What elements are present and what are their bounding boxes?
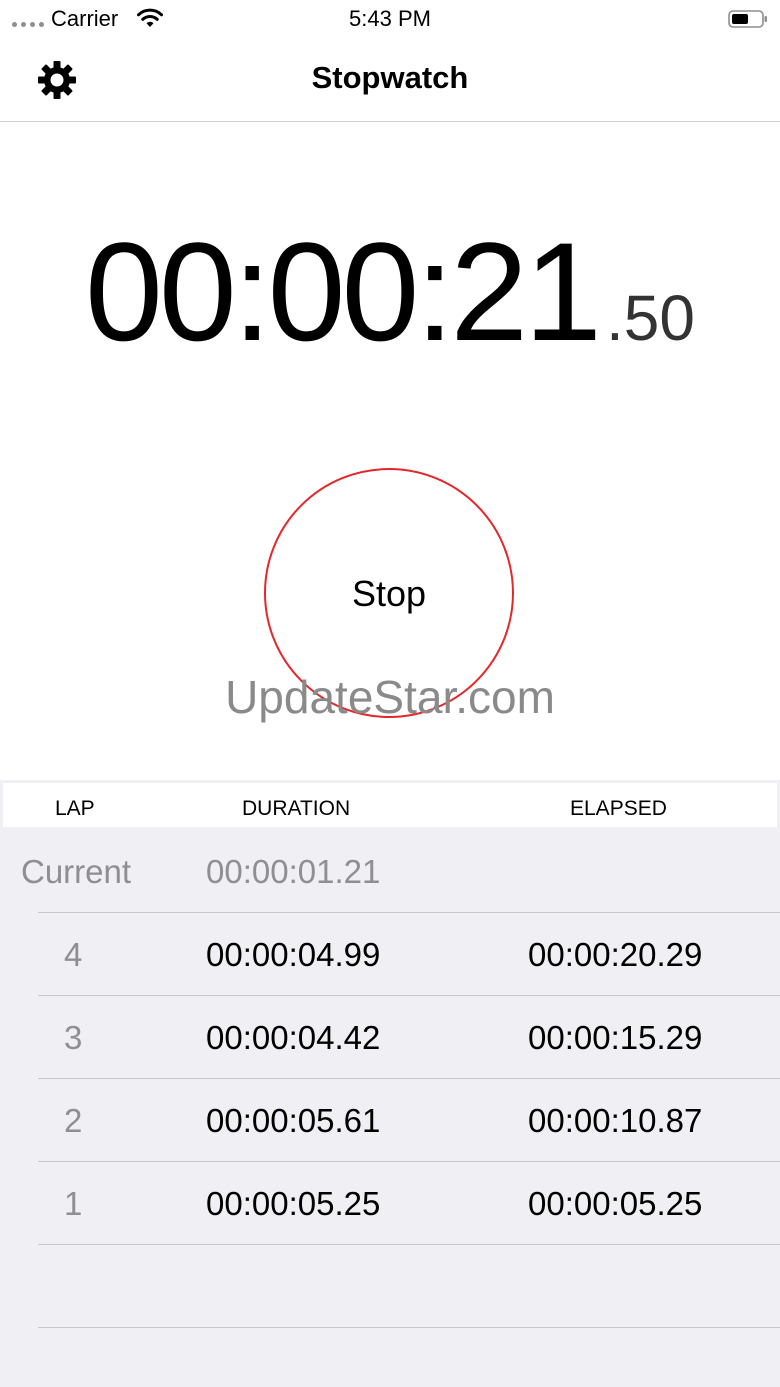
battery-icon [728,10,767,28]
lap-number: 1 [64,1185,83,1222]
lap-row: 1 00:00:05.25 00:00:05.25 [0,1162,780,1245]
row-divider [38,1327,780,1328]
lap-duration: 00:00:05.61 [206,1102,381,1139]
header-duration: DURATION [242,797,351,820]
lap-duration: 00:00:05.25 [206,1185,381,1222]
timer-main: 00:00:21 [85,213,602,370]
current-lap-row: Current 00:00:01.21 [0,830,780,913]
watermark: UpdateStar.com [225,671,555,723]
lap-number: 3 [64,1019,83,1056]
lap-elapsed: 00:00:10.87 [528,1102,703,1139]
lap-elapsed: 00:00:20.29 [528,936,703,973]
header-elapsed: ELAPSED [570,797,667,820]
status-bar: Carrier 5:43 PM [0,0,780,40]
lap-duration: 00:00:04.99 [206,936,381,973]
current-lap-label: Current [21,853,132,890]
empty-row [0,1245,780,1328]
current-lap-duration: 00:00:01.21 [206,853,381,890]
timer-display: 00:00:21.50 [0,222,780,362]
status-time: 5:43 PM [349,6,431,31]
lap-row: 4 00:00:04.99 00:00:20.29 [0,913,780,996]
lap-row: 3 00:00:04.42 00:00:15.29 [0,996,780,1079]
stop-button-label: Stop [351,573,427,614]
laps-header: LAP DURATION ELAPSED [3,783,777,827]
lap-number: 4 [64,936,83,973]
lap-number: 2 [64,1102,83,1139]
lap-row: 2 00:00:05.61 00:00:10.87 [0,1079,780,1162]
header-lap: LAP [55,797,95,820]
lap-duration: 00:00:04.42 [206,1019,381,1056]
laps-table: LAP DURATION ELAPSED Current 00:00:01.21… [0,780,780,1387]
lap-elapsed: 00:00:05.25 [528,1185,703,1222]
page-title: Stopwatch [311,60,469,95]
navigation-bar: Stopwatch [0,40,780,122]
timer-hundredths: .50 [606,282,695,354]
lap-elapsed: 00:00:15.29 [528,1019,703,1056]
